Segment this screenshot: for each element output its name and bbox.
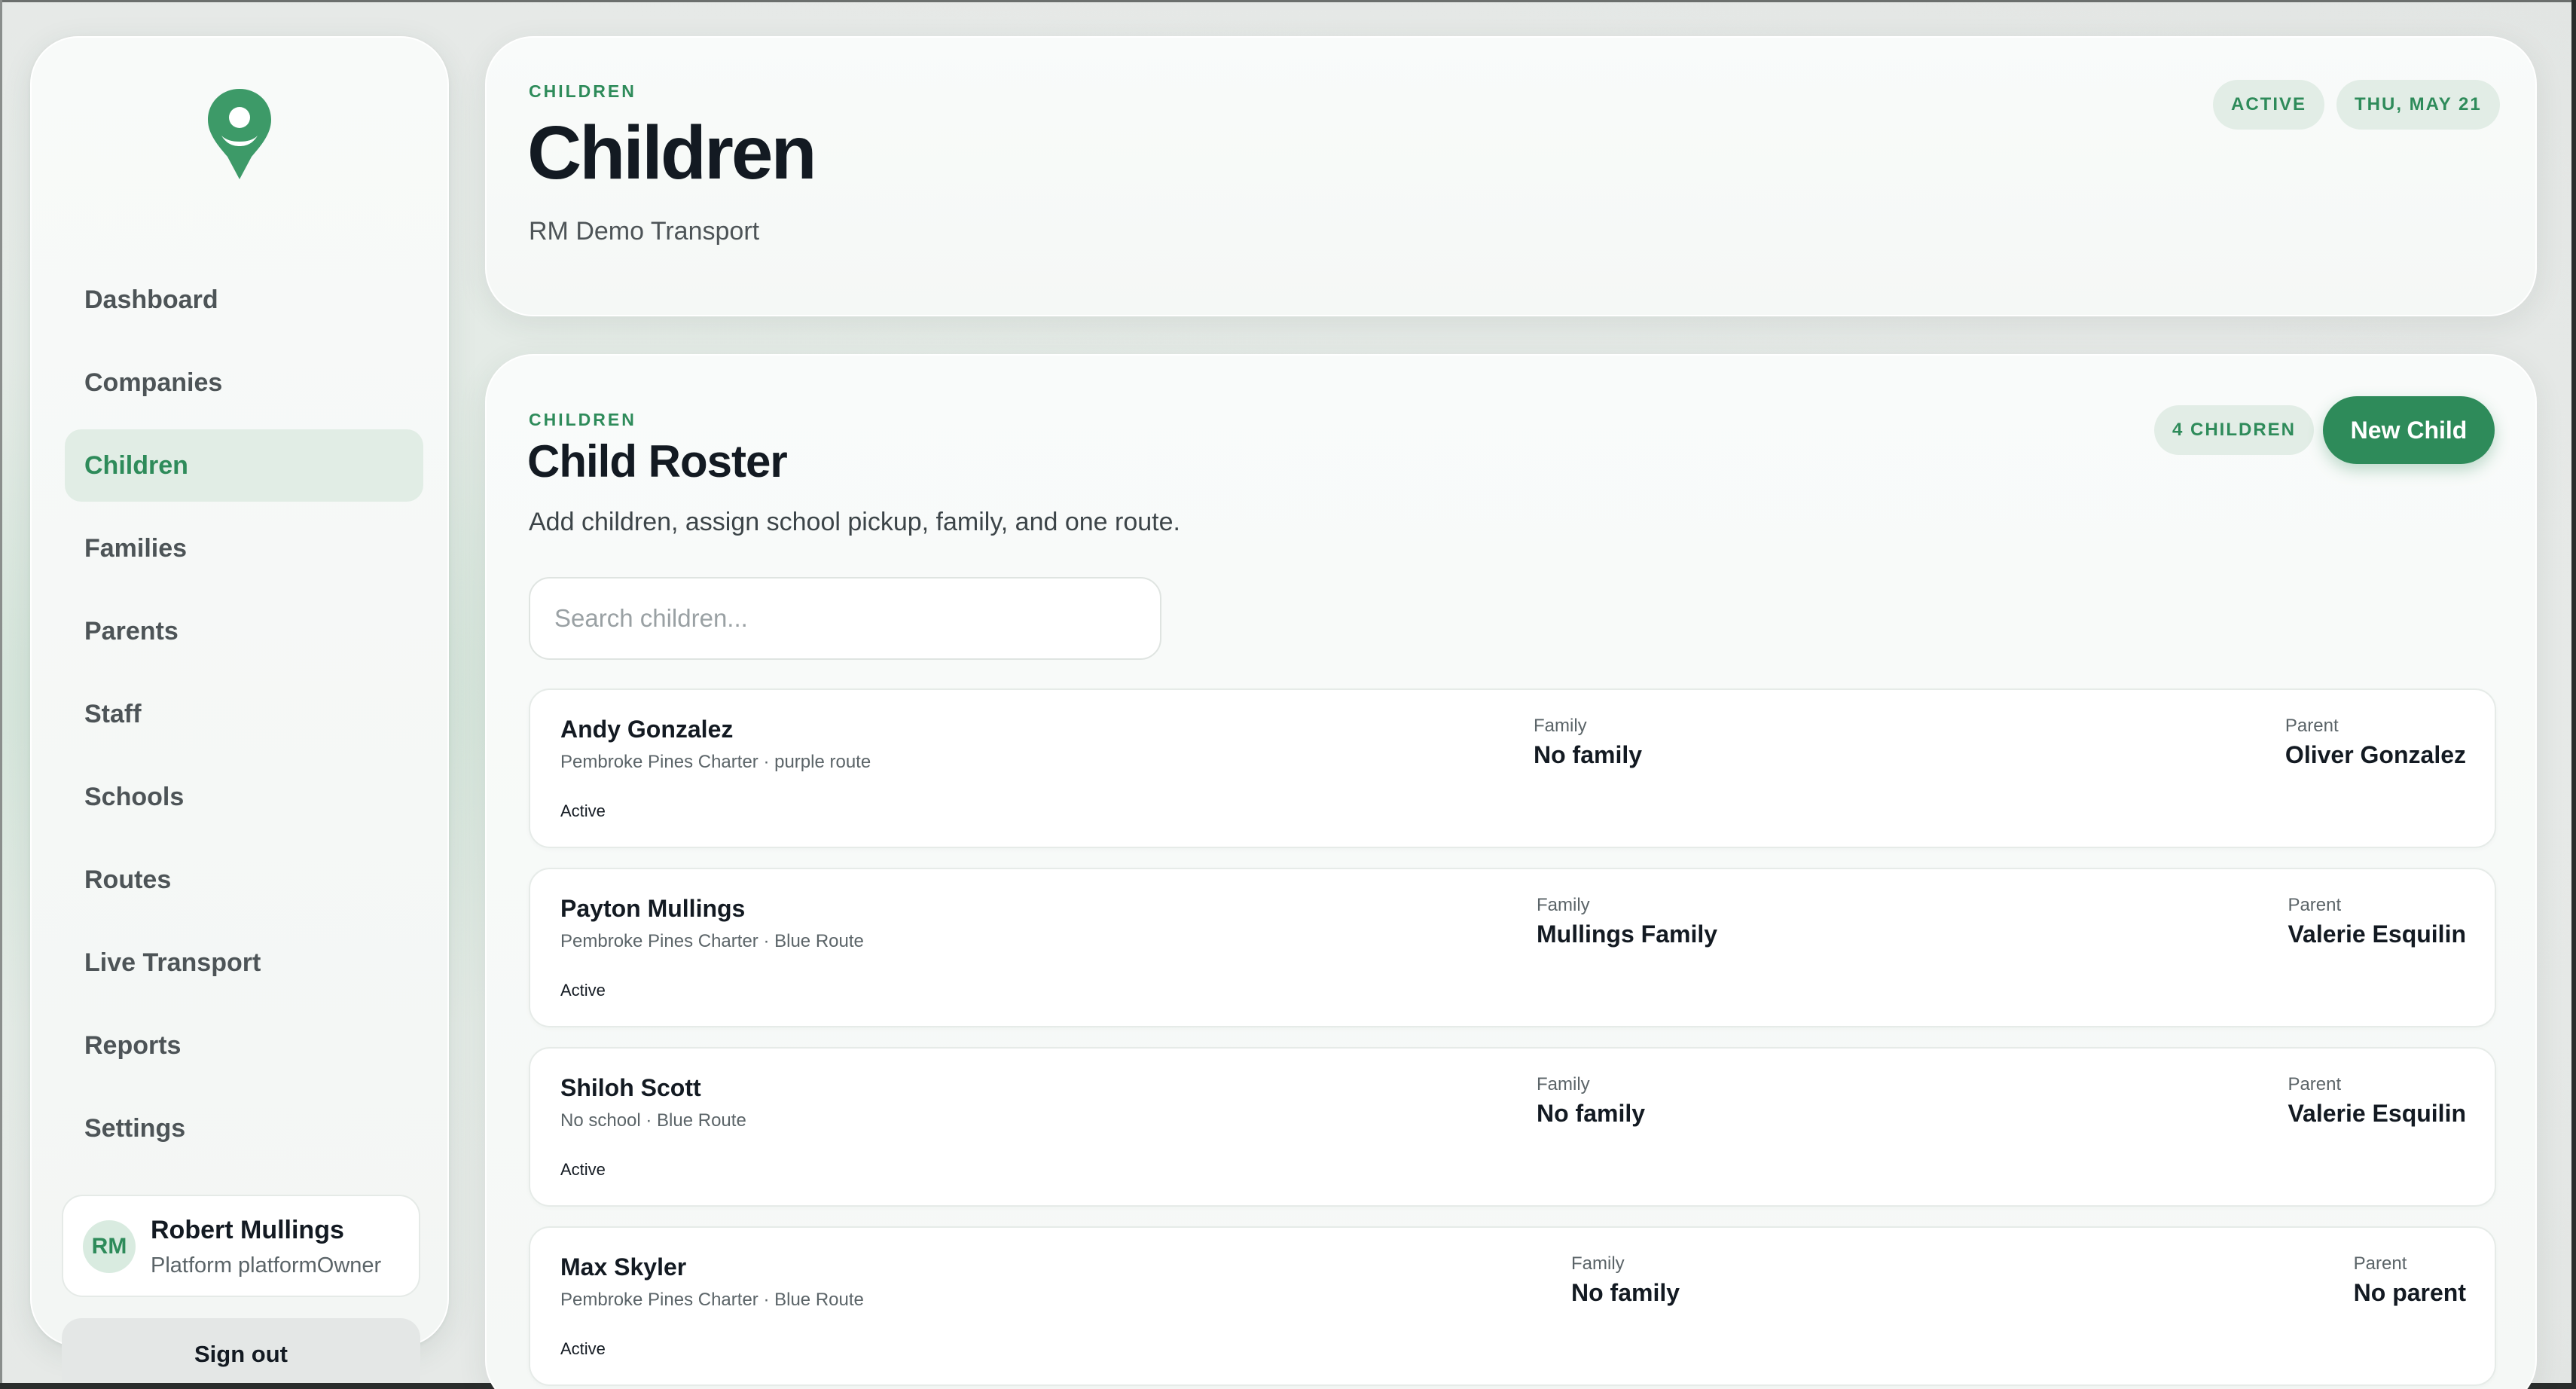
list-item[interactable]: Andy Gonzalez Pembroke Pines Charter · p… (529, 688, 2496, 848)
new-child-button[interactable]: New Child (2323, 396, 2495, 464)
family-value: Mullings Family (1537, 920, 1718, 948)
window-frame-top (0, 0, 2576, 2)
roster-description: Add children, assign school pickup, fami… (529, 508, 1180, 536)
family-label: Family (1537, 895, 1590, 915)
parent-column: Parent No parent (2354, 1253, 2466, 1307)
child-name: Shiloh Scott (560, 1074, 701, 1101)
page-eyebrow: CHILDREN (529, 81, 636, 101)
window-frame-left (0, 0, 2, 1389)
family-column: Family No family (1537, 1074, 1645, 1128)
company-name: RM Demo Transport (529, 217, 760, 246)
parent-label: Parent (2288, 1074, 2342, 1094)
user-name: Robert Mullings (151, 1216, 344, 1244)
sidebar-item-reports[interactable]: Reports (65, 1009, 423, 1082)
child-school-route: No school · Blue Route (560, 1110, 746, 1131)
list-item[interactable]: Payton Mullings Pembroke Pines Charter ·… (529, 868, 2496, 1027)
user-card[interactable]: RM Robert Mullings Platform platformOwne… (62, 1195, 420, 1297)
child-school-route: Pembroke Pines Charter · Blue Route (560, 931, 864, 951)
family-label: Family (1534, 716, 1587, 736)
child-status: Active (560, 981, 606, 1000)
family-column: Family Mullings Family (1537, 895, 1717, 948)
family-label: Family (1571, 1253, 1625, 1274)
sign-out-button[interactable]: Sign out (62, 1318, 420, 1381)
sidebar-item-dashboard[interactable]: Dashboard (65, 264, 423, 336)
list-item[interactable]: Max Skyler Pembroke Pines Charter · Blue… (529, 1226, 2496, 1386)
child-name: Payton Mullings (560, 895, 746, 922)
search-input[interactable] (529, 577, 1161, 660)
children-count-badge: 4 CHILDREN (2154, 405, 2315, 455)
family-column: Family No family (1534, 716, 1642, 769)
avatar: RM (83, 1220, 136, 1273)
user-role: Platform platformOwner (151, 1253, 382, 1278)
sidebar-item-parents[interactable]: Parents (65, 595, 423, 667)
sidebar-item-families[interactable]: Families (65, 512, 423, 585)
date-badge: THU, MAY 21 (2336, 80, 2500, 130)
family-value: No family (1534, 741, 1643, 768)
child-name: Max Skyler (560, 1253, 687, 1281)
window-frame-right (2571, 0, 2576, 1389)
parent-label: Parent (2353, 1253, 2407, 1274)
status-badge: ACTIVE (2213, 80, 2325, 130)
page-header: CHILDREN Children RM Demo Transport ACTI… (485, 36, 2537, 316)
parent-column: Parent Valerie Esquilin (2288, 1074, 2466, 1128)
sidebar: Dashboard Companies Children Families Pa… (30, 36, 449, 1381)
roster-eyebrow: CHILDREN (529, 410, 636, 429)
sidebar-item-schools[interactable]: Schools (65, 761, 423, 833)
child-school-route: Pembroke Pines Charter · purple route (560, 752, 871, 772)
parent-value: No parent (2353, 1279, 2466, 1306)
child-school-route: Pembroke Pines Charter · Blue Route (560, 1290, 864, 1310)
sidebar-item-live-transport[interactable]: Live Transport (65, 927, 423, 999)
page-title: Children (527, 111, 817, 195)
parent-label: Parent (2288, 895, 2342, 915)
family-value: No family (1537, 1100, 1646, 1127)
sidebar-item-settings[interactable]: Settings (65, 1092, 423, 1165)
child-status: Active (560, 1339, 606, 1358)
child-name: Andy Gonzalez (560, 716, 734, 743)
child-status: Active (560, 801, 606, 820)
child-status: Active (560, 1160, 606, 1179)
parent-column: Parent Oliver Gonzalez (2285, 716, 2466, 769)
sidebar-item-companies[interactable]: Companies (65, 346, 423, 419)
sidebar-item-children[interactable]: Children (65, 429, 423, 502)
family-label: Family (1537, 1074, 1590, 1094)
family-column: Family No family (1571, 1253, 1680, 1307)
parent-value: Valerie Esquilin (2288, 920, 2466, 948)
roster-title: Child Roster (527, 436, 788, 487)
family-value: No family (1571, 1279, 1680, 1306)
parent-column: Parent Valerie Esquilin (2288, 895, 2466, 948)
parent-label: Parent (2285, 716, 2339, 736)
sidebar-item-routes[interactable]: Routes (65, 844, 423, 916)
child-roster-panel: CHILDREN Child Roster Add children, assi… (485, 354, 2537, 1389)
location-pin-logo-icon (208, 89, 271, 179)
list-item[interactable]: Shiloh Scott No school · Blue Route Acti… (529, 1047, 2496, 1207)
parent-value: Valerie Esquilin (2288, 1100, 2466, 1127)
parent-value: Oliver Gonzalez (2285, 741, 2466, 768)
sidebar-nav: Dashboard Companies Children Families Pa… (65, 264, 423, 1175)
sidebar-item-staff[interactable]: Staff (65, 678, 423, 750)
